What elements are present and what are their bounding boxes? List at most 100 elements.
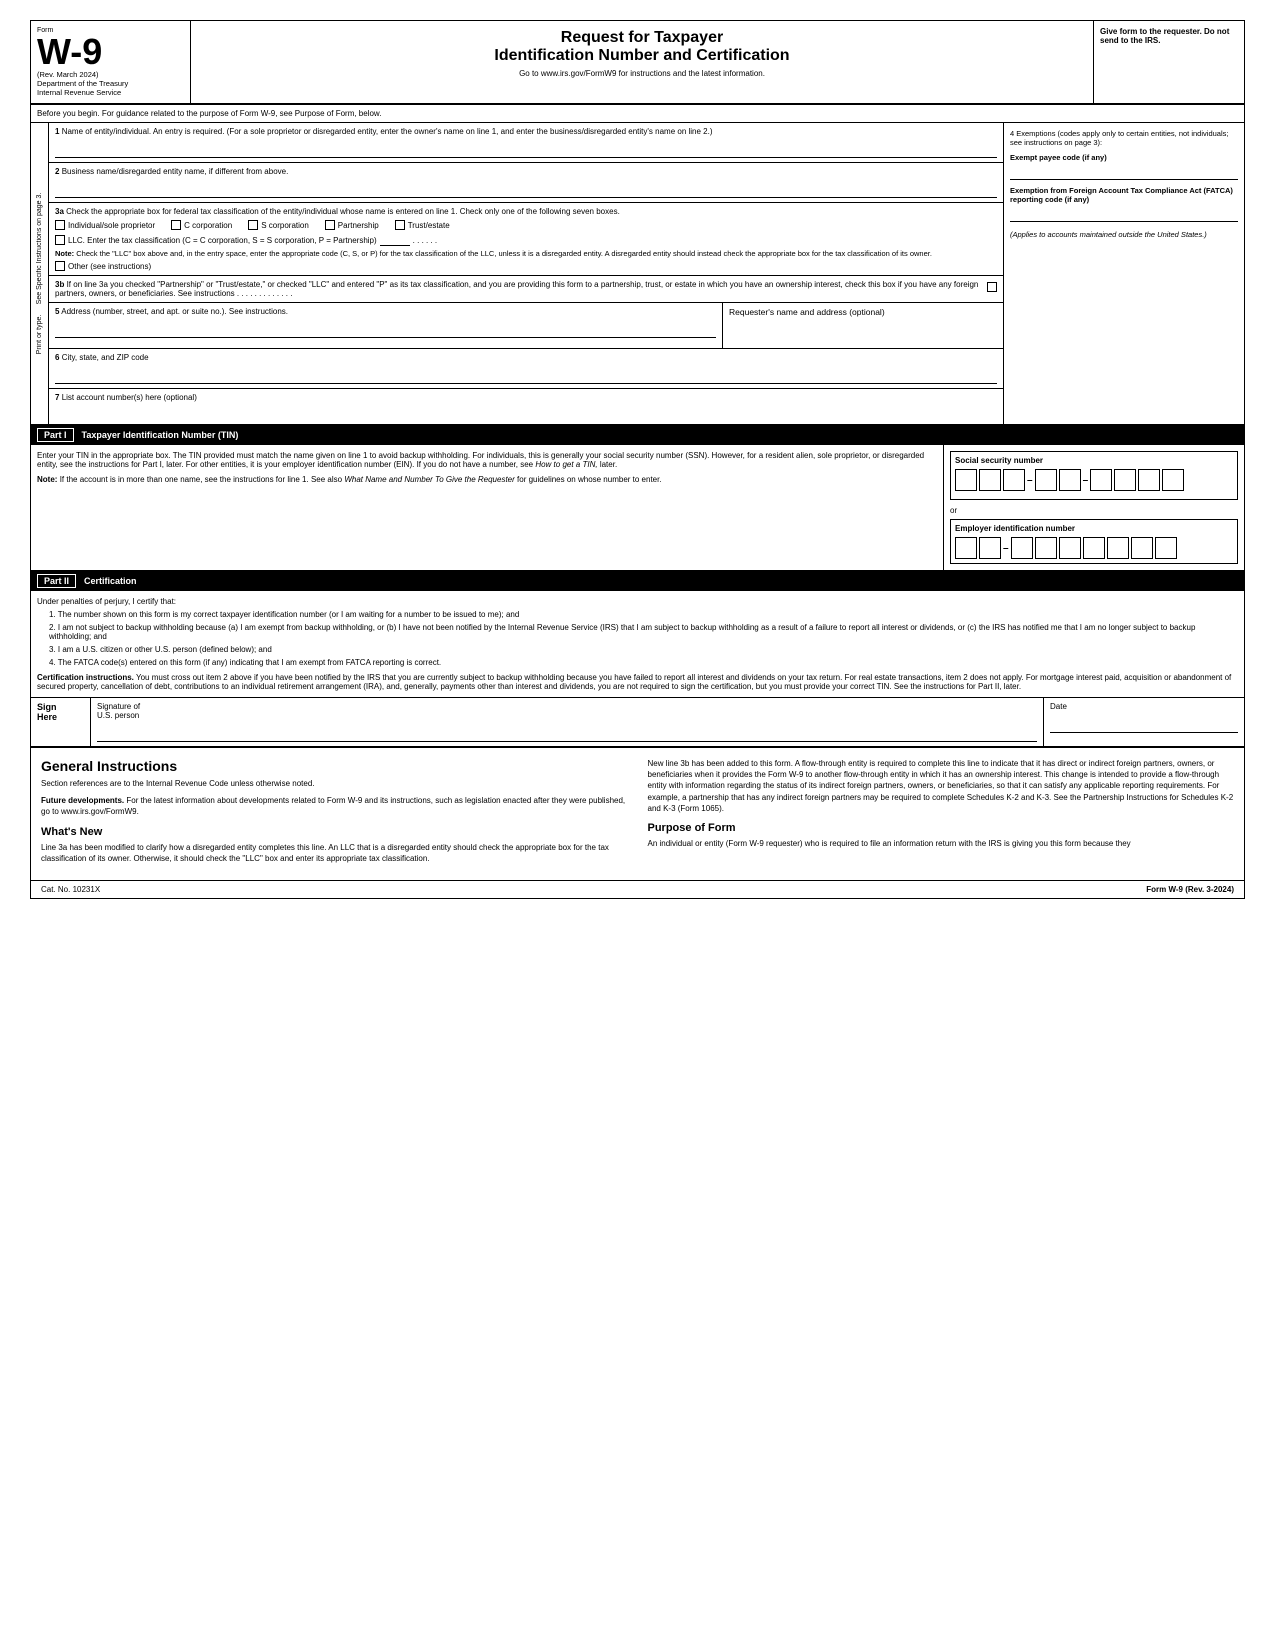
ssn-dash-1: – <box>1027 475 1033 486</box>
under-penalties: Under penalties of perjury, I certify th… <box>37 597 1238 606</box>
ein-box-4[interactable] <box>1035 537 1057 559</box>
date-area: Date <box>1044 698 1244 746</box>
part1-instructions: Enter your TIN in the appropriate box. T… <box>31 445 944 570</box>
tax-classification-checkboxes: Individual/sole proprietor C corporation… <box>55 220 997 230</box>
ein-box-8[interactable] <box>1131 537 1153 559</box>
cert-item-1: 1. The number shown on this form is my c… <box>49 610 1238 619</box>
ssn-box-8[interactable] <box>1138 469 1160 491</box>
before-begin-section: Before you begin. For guidance related t… <box>31 105 1244 123</box>
cb-other-box[interactable] <box>55 261 65 271</box>
cert-item-3: 3. I am a U.S. citizen or other U.S. per… <box>49 645 1238 654</box>
purpose-title: Purpose of Form <box>648 822 1235 834</box>
cb-partnership-box[interactable] <box>325 220 335 230</box>
cert-instructions: Certification instructions. You must cro… <box>37 673 1238 691</box>
cb-ccorp[interactable]: C corporation <box>171 220 232 230</box>
ssn-box-6[interactable] <box>1090 469 1112 491</box>
field-1-label: 1 Name of entity/individual. An entry is… <box>55 127 997 136</box>
cb-scorp[interactable]: S corporation <box>248 220 309 230</box>
cb-individual[interactable]: Individual/sole proprietor <box>55 220 155 230</box>
requester-section: Requester's name and address (optional) <box>723 303 1003 348</box>
part1-label: Part I <box>37 428 74 442</box>
part2-label: Part II <box>37 574 76 588</box>
form-identification: Form W-9 (Rev. March 2024) Department of… <box>31 21 191 103</box>
form-title-2: Identification Number and Certification <box>201 47 1083 65</box>
field-3a-section: 3a Check the appropriate box for federal… <box>49 203 1003 276</box>
part1-tin-inputs: Social security number – – or <box>944 445 1244 570</box>
rev-date: (Rev. March 2024) <box>37 70 184 79</box>
form-title-1: Request for Taxpayer <box>201 29 1083 47</box>
part1-title: Taxpayer Identification Number (TIN) <box>82 430 239 440</box>
llc-input[interactable] <box>380 234 410 246</box>
gi-left-column: General Instructions Section references … <box>41 758 628 870</box>
website-link: Go to www.irs.gov/FormW9 for instruction… <box>201 69 1083 78</box>
fatca-label: Exemption from Foreign Account Tax Compl… <box>1010 186 1238 204</box>
cb-individual-box[interactable] <box>55 220 65 230</box>
ein-label: Employer identification number <box>955 524 1233 533</box>
field-3b-section: 3b If on line 3a you checked "Partnershi… <box>49 276 1003 303</box>
part1-body: Enter your TIN in the appropriate box. T… <box>31 445 1244 571</box>
field-5-section: 5 Address (number, street, and apt. or s… <box>49 303 723 348</box>
sign-here-section: SignHere Signature of U.S. person Date <box>31 698 1244 748</box>
signature-line[interactable] <box>97 722 1037 742</box>
ein-box-1[interactable] <box>955 537 977 559</box>
dept-treasury: Department of the Treasury <box>37 79 184 88</box>
cat-no: Cat. No. 10231X <box>41 885 100 894</box>
ein-dash: – <box>1003 543 1009 554</box>
cb-trust-box[interactable] <box>395 220 405 230</box>
ssn-box-3[interactable] <box>1003 469 1025 491</box>
part2-header: Part II Certification <box>31 571 1244 591</box>
before-begin-text: Before you begin. For guidance related t… <box>37 109 381 118</box>
cb-scorp-box[interactable] <box>248 220 258 230</box>
field-7-label: 7 List account number(s) here (optional) <box>55 393 997 402</box>
fatca-input[interactable] <box>1010 208 1238 222</box>
field-5-label: 5 Address (number, street, and apt. or s… <box>55 307 716 316</box>
payee-code-input[interactable] <box>1010 166 1238 180</box>
ein-box-9[interactable] <box>1155 537 1177 559</box>
cb-ccorp-box[interactable] <box>171 220 181 230</box>
cb-trust[interactable]: Trust/estate <box>395 220 450 230</box>
ssn-box-5[interactable] <box>1059 469 1081 491</box>
field-2-input[interactable] <box>55 180 997 198</box>
sign-here-label: SignHere <box>31 698 91 746</box>
irs-label: Internal Revenue Service <box>37 88 184 97</box>
field-3b-checkbox[interactable] <box>987 282 997 292</box>
date-line[interactable] <box>1050 713 1238 733</box>
ein-section: Employer identification number – <box>950 519 1238 564</box>
ssn-boxes: – – <box>955 469 1233 491</box>
cb-partnership[interactable]: Partnership <box>325 220 379 230</box>
ein-box-3[interactable] <box>1011 537 1033 559</box>
gi-right-column: New line 3b has been added to this form.… <box>648 758 1235 870</box>
ein-box-5[interactable] <box>1059 537 1081 559</box>
cb-llc-box[interactable] <box>55 235 65 245</box>
ssn-box-7[interactable] <box>1114 469 1136 491</box>
signature-area: Signature of U.S. person <box>91 698 1044 746</box>
ein-box-6[interactable] <box>1083 537 1105 559</box>
purpose-para: An individual or entity (Form W-9 reques… <box>648 838 1235 849</box>
ssn-box-9[interactable] <box>1162 469 1184 491</box>
ein-box-2[interactable] <box>979 537 1001 559</box>
cert-item-2: 2. I am not subject to backup withholdin… <box>49 623 1238 641</box>
ssn-box-4[interactable] <box>1035 469 1057 491</box>
form-title-area: Request for Taxpayer Identification Numb… <box>191 21 1094 103</box>
or-label: or <box>950 506 1238 515</box>
page-footer: Cat. No. 10231X Form W-9 (Rev. 3-2024) <box>31 880 1244 898</box>
ein-box-7[interactable] <box>1107 537 1129 559</box>
exemptions-panel: 4 Exemptions (codes apply only to certai… <box>1004 123 1244 424</box>
sign-fields: Signature of U.S. person Date <box>91 698 1244 746</box>
sign-here-text: SignHere <box>37 702 84 722</box>
other-row: Other (see instructions) <box>55 261 997 271</box>
date-label: Date <box>1050 702 1238 711</box>
gi-right-para1: New line 3b has been added to this form.… <box>648 758 1235 814</box>
certification-list: 1. The number shown on this form is my c… <box>49 610 1238 667</box>
field-5-input[interactable] <box>55 320 716 338</box>
llc-row: LLC. Enter the tax classification (C = C… <box>55 234 997 246</box>
field-2-row: 2 Business name/disregarded entity name,… <box>49 163 1003 203</box>
form-number: W-9 <box>37 34 102 70</box>
field-6-input[interactable] <box>55 366 997 384</box>
ssn-box-1[interactable] <box>955 469 977 491</box>
field-1-input[interactable] <box>55 140 997 158</box>
whats-new-para: Line 3a has been modified to clarify how… <box>41 842 628 864</box>
ssn-box-2[interactable] <box>979 469 1001 491</box>
give-form-notice: Give form to the requester. Do not send … <box>1094 21 1244 103</box>
gi-section-ref: Section references are to the Internal R… <box>41 778 628 789</box>
